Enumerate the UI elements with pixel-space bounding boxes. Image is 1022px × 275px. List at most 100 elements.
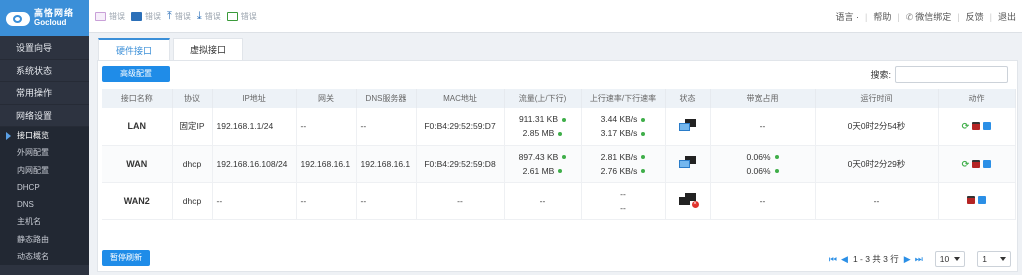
toolbar-item-2[interactable]: 错误 [131,11,161,22]
submenu-ddns[interactable]: 动态域名 [0,248,89,265]
toolbar-item-5[interactable]: 错误 [226,11,257,22]
connected-icon [678,156,697,169]
main-content: 硬件接口 虚拟接口 高级配置 搜索: 接口名称 协议 IP地址 网关 DNS服务… [89,33,1022,275]
col-mac: MAC地址 [416,89,505,108]
logo: 高恪网络 Gocloud [0,0,89,36]
table-row: WAN dhcp 192.168.16.108/24 192.168.16.1 … [102,145,1016,183]
actions: ⟳ [938,145,1016,183]
submenu-dns[interactable]: DNS [0,196,89,213]
status: × [665,182,711,220]
menu-setup-wizard[interactable]: 设置向导 [0,37,89,60]
actions [938,182,1016,220]
edit-icon[interactable] [983,122,992,131]
dns-server: -- [356,108,417,146]
bandwidth-dot-icon [774,155,779,160]
refresh-icon[interactable]: ⟳ [962,159,970,168]
traffic-dot-icon [558,132,563,136]
submenu-hostname[interactable]: 主机名 [0,213,89,230]
search-label: 搜索: [870,70,891,80]
table-row: LAN 固定IP 192.168.1.1/24 -- -- F0:B4:29:5… [102,108,1016,146]
disconnect-icon[interactable] [972,122,981,131]
mac-address: F0:B4:29:52:59:D7 [416,108,505,146]
ip-address: 192.168.16.108/24 [212,145,297,183]
interface-name: WAN2 [102,182,173,220]
wechat-bind-link[interactable]: ✆ 微信绑定 [900,10,958,23]
submenu-wan-config[interactable]: 外网配置 [0,144,89,161]
uptime: 0天0时2分54秒 [815,108,939,146]
submenu-interface-overview[interactable]: 接口概览 [0,127,89,144]
top-nav: 语言 · | 帮助 | ✆ 微信绑定 | 反馈 | 退出 [830,0,1022,33]
toolbar-item-3[interactable]: ⤒ 错误 [167,10,191,23]
menu-network-settings[interactable]: 网络设置 [0,105,89,127]
traffic-dot-icon [562,155,567,160]
toolbar-item-1[interactable]: 错误 [95,11,125,22]
col-actions: 动作 [938,89,1016,108]
prev-page-icon[interactable]: ◀ [841,254,848,265]
col-traffic: 流量(上/下行) [504,89,582,108]
interfaces-panel: 高级配置 搜索: 接口名称 协议 IP地址 网关 DNS服务器 MAC地址 流量… [97,60,1018,272]
table-row: WAN2 dhcp -- -- -- -- -- -- -- × -- -- [102,182,1016,220]
logout-link[interactable]: 退出 [992,10,1022,23]
submenu-static-route[interactable]: 静态路由 [0,231,89,248]
language-menu[interactable]: 语言 · [830,10,866,23]
search-input[interactable] [895,66,1008,83]
feedback-link[interactable]: 反馈 [960,10,990,23]
rate-dot-icon [641,155,646,160]
last-page-icon[interactable]: ⏭ [915,254,923,265]
bandwidth-dot-icon [774,169,779,174]
refresh-icon[interactable]: ⟳ [962,122,970,131]
col-gateway: 网关 [296,89,357,108]
traffic: -- [504,182,582,220]
status [665,108,711,146]
gateway: 192.168.16.1 [296,145,357,183]
page-size-select[interactable]: 10 [934,251,966,267]
traffic: 911.31 KB 2.85 MB [504,108,582,146]
bandwidth: 0.06% 0.06% [710,145,816,183]
pause-refresh-button[interactable]: 暂停刷新 [102,250,150,266]
menu-common-ops[interactable]: 常用操作 [0,82,89,105]
advanced-config-button[interactable]: 高级配置 [102,66,170,82]
brand-cn: 高恪网络 [34,8,75,18]
edit-icon[interactable] [978,195,986,204]
connected-icon [678,118,697,132]
page-number-select[interactable]: 1 [977,251,1011,267]
rate-dot-icon [641,132,646,136]
gocloud-logo-icon [6,9,30,27]
tab-hardware-interfaces[interactable]: 硬件接口 [98,38,170,60]
submenu-dhcp[interactable]: DHCP [0,179,89,196]
error-badge-icon [95,11,106,21]
mac-address: -- [416,182,505,220]
dns-server: 192.168.16.1 [356,145,417,183]
disconnect-icon[interactable] [967,195,975,204]
dns-server: -- [356,182,417,220]
ip-address: -- [212,182,297,220]
protocol: 固定IP [172,108,213,146]
help-link[interactable]: 帮助 [867,10,897,23]
chevron-down-icon [954,257,961,261]
sidebar: 高恪网络 Gocloud 设置向导 系统状态 常用操作 网络设置 接口概览 外网… [0,0,89,275]
traffic-dot-icon [562,118,567,122]
disconnect-icon[interactable] [972,159,981,168]
edit-icon[interactable] [983,159,992,168]
rate: -- -- [581,182,666,220]
protocol: dhcp [172,182,213,220]
rate-dot-icon [641,118,646,122]
doc-icon [131,11,142,21]
interface-name: WAN [102,145,173,183]
gateway: -- [296,182,357,220]
rate: 2.81 KB/s 2.76 KB/s [581,145,666,183]
next-page-icon[interactable]: ▶ [904,254,911,265]
uptime: 0天0时2分29秒 [815,145,939,183]
menu-system-status[interactable]: 系统状态 [0,60,89,82]
page-info: 1 - 3 共 3 行 [852,254,899,264]
topbar: 错误 错误 ⤒ 错误 ⤓ 错误 错误 语言 · | 帮助 | ✆ 微信绑定 | 反馈 | 退出 [89,0,1022,33]
col-bandwidth: 带宽占用 [710,89,816,108]
tab-virtual-interfaces[interactable]: 虚拟接口 [173,38,243,60]
submenu-lan-config[interactable]: 内网配置 [0,162,89,179]
toolbar-item-4[interactable]: ⤓ 错误 [197,10,221,23]
uptime: -- [815,182,939,220]
download-icon: ⤓ [196,9,202,22]
interface-name: LAN [102,108,173,146]
first-page-icon[interactable]: ⏮ [829,254,837,265]
mac-address: F0:B4:29:52:59:D8 [416,145,505,183]
